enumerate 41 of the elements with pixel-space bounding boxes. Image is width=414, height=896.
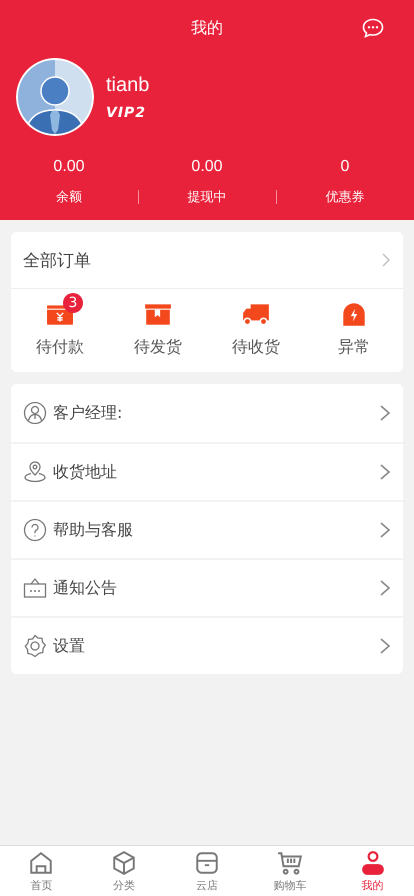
menu-item[interactable]: 收货地址 bbox=[11, 442, 403, 500]
menu-item[interactable]: 设置 bbox=[11, 616, 403, 674]
tab-item[interactable]: 云店 bbox=[166, 846, 248, 896]
store-icon bbox=[196, 852, 218, 874]
order-status-button[interactable]: 待发货 bbox=[109, 291, 207, 358]
menu-item[interactable]: 通知公告 bbox=[11, 558, 403, 616]
help-icon bbox=[23, 518, 47, 542]
chevron-icon bbox=[379, 579, 391, 597]
settings-icon bbox=[23, 634, 47, 658]
user-name: tianb bbox=[106, 74, 150, 96]
chevron-icon bbox=[379, 637, 391, 655]
tab-item[interactable]: 购物车 bbox=[248, 846, 332, 896]
notice-board-icon bbox=[23, 576, 47, 600]
location-pin-icon bbox=[23, 460, 47, 484]
page-title: 我的 bbox=[191, 18, 223, 38]
vip-level: VIP2 bbox=[106, 104, 146, 120]
chevron-icon bbox=[379, 404, 391, 422]
stat-label[interactable]: 余额 bbox=[56, 188, 82, 206]
tab-item[interactable]: 我的 bbox=[331, 846, 414, 896]
order-status-button[interactable]: 3 待付款 bbox=[11, 291, 109, 358]
stat-value: 0 bbox=[340, 158, 350, 176]
all-orders-link[interactable]: 全部订单 bbox=[23, 248, 91, 272]
cart-icon bbox=[278, 852, 302, 874]
chevron-icon bbox=[379, 521, 391, 539]
stat-label[interactable]: 优惠券 bbox=[326, 188, 364, 206]
cube-icon bbox=[113, 850, 135, 874]
person-icon bbox=[362, 850, 384, 874]
count-badge: 3 bbox=[63, 293, 83, 313]
tab-item[interactable]: 分类 bbox=[82, 846, 166, 896]
person-icon bbox=[23, 401, 47, 425]
stat-label[interactable]: 提现中 bbox=[188, 188, 226, 206]
order-status-button[interactable]: 异常 bbox=[305, 291, 403, 358]
menu-item[interactable]: 帮助与客服 bbox=[11, 500, 403, 558]
order-status-button[interactable]: 待收货 bbox=[207, 291, 305, 358]
stat-value: 0.00 bbox=[191, 158, 223, 176]
stat-value: 0.00 bbox=[53, 158, 85, 176]
chevron-icon bbox=[379, 463, 391, 481]
menu-item[interactable]: 客户经理: bbox=[11, 384, 403, 442]
home-icon bbox=[30, 852, 52, 874]
tab-item[interactable]: 首页 bbox=[0, 846, 83, 896]
chat-bubble-icon[interactable] bbox=[362, 18, 384, 38]
